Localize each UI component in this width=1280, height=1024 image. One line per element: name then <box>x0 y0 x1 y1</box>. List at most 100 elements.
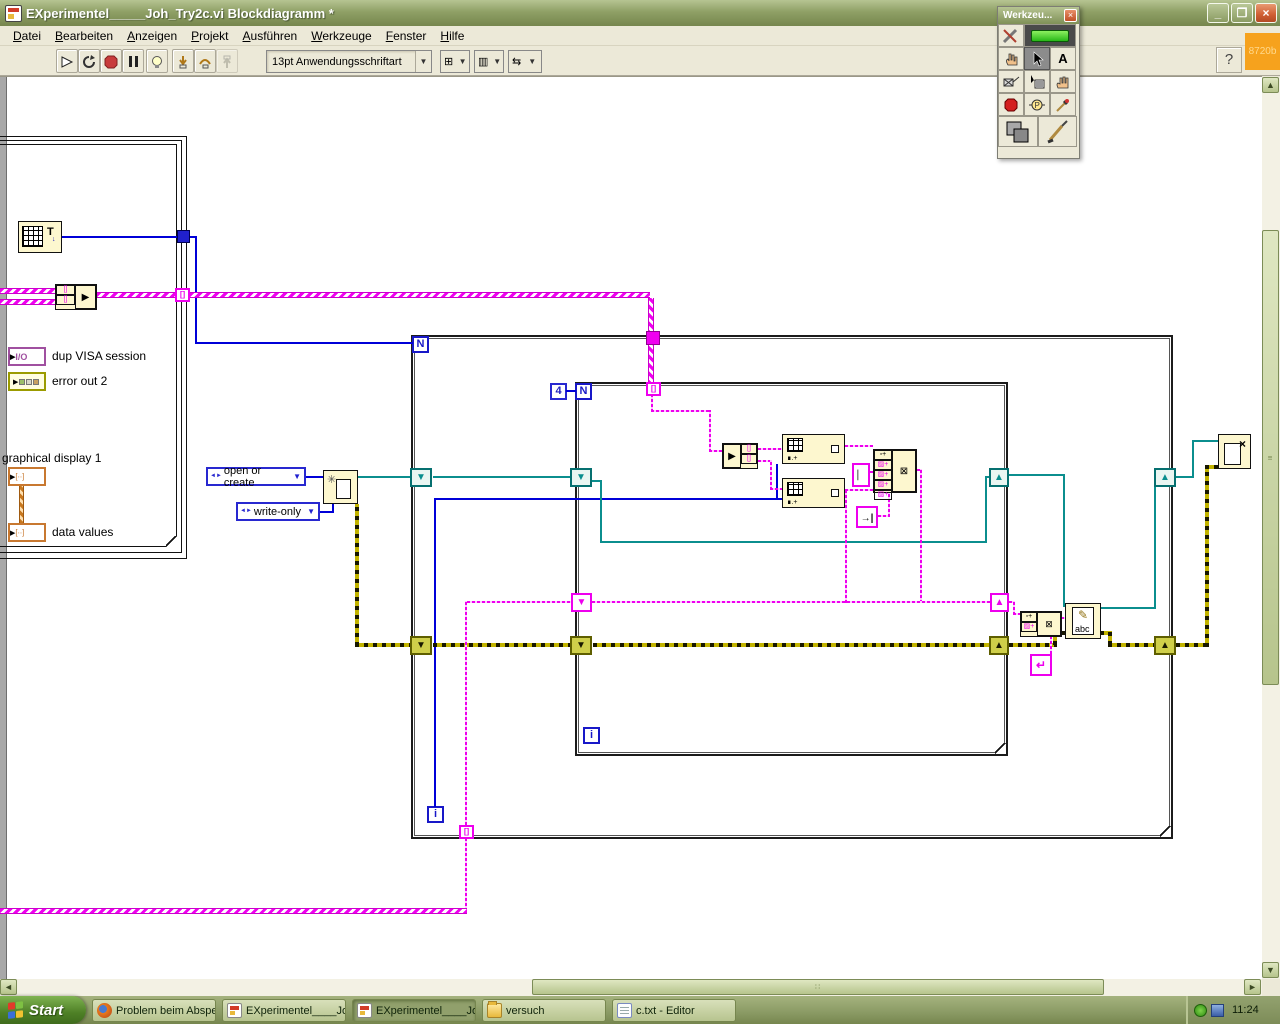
taskbar-button-labview-1[interactable]: EXperimentel____Joh... <box>222 999 346 1022</box>
inner-loop-resize-handle[interactable] <box>995 743 1006 754</box>
wire[interactable] <box>1192 440 1218 442</box>
indexing-tunnel-bottom[interactable]: [] <box>459 825 474 839</box>
restore-button[interactable]: ❐ <box>1231 3 1253 23</box>
string-constant[interactable]: ▏ <box>852 463 870 487</box>
highlight-execution-button[interactable] <box>146 49 168 73</box>
open-create-replace-file-node[interactable]: ✳ <box>323 470 358 504</box>
index-split-node[interactable]: ▶ [] [] <box>722 443 758 469</box>
wire[interactable] <box>845 491 847 603</box>
wire[interactable] <box>1063 474 1065 607</box>
wire[interactable] <box>19 486 24 523</box>
wire[interactable] <box>195 342 413 344</box>
wire[interactable] <box>651 410 711 412</box>
connect-wire-tool[interactable] <box>998 70 1024 93</box>
wire[interactable] <box>648 298 654 334</box>
wire[interactable] <box>770 488 782 490</box>
wire[interactable] <box>580 498 782 500</box>
wire[interactable] <box>1205 465 1218 469</box>
wire[interactable] <box>648 345 654 384</box>
menu-werkzeuge[interactable]: Werkzeuge <box>304 27 378 45</box>
shift-register-right-teal[interactable]: ▲ <box>989 468 1009 487</box>
wire[interactable] <box>1108 643 1158 647</box>
dup-visa-session-terminal[interactable]: ▶ I/O <box>8 347 46 366</box>
wire[interactable] <box>465 839 467 911</box>
abort-button[interactable] <box>100 49 122 73</box>
wire[interactable] <box>600 541 987 543</box>
shift-register-left-teal[interactable]: ▼ <box>570 468 592 487</box>
tray-status-icon[interactable] <box>1194 1003 1207 1017</box>
wire[interactable] <box>433 643 572 647</box>
tools-palette-titlebar[interactable]: Werkzeu... × <box>998 7 1079 24</box>
stacked-structure-frame-front[interactable] <box>0 144 177 547</box>
chevron-down-icon[interactable]: ▼ <box>293 472 304 481</box>
wire[interactable] <box>592 601 992 603</box>
outer-loop-resize-handle[interactable] <box>1160 826 1171 837</box>
minimize-button[interactable]: _ <box>1207 3 1229 23</box>
inner-loop-count-constant[interactable]: 4 <box>550 383 567 400</box>
wire[interactable] <box>845 445 873 447</box>
operate-value-tool[interactable] <box>998 47 1024 70</box>
step-into-button[interactable] <box>172 49 194 73</box>
auto-tool-button[interactable] <box>998 24 1024 47</box>
auto-tool-led[interactable] <box>1024 24 1076 47</box>
menu-projekt[interactable]: Projekt <box>184 27 235 45</box>
close-icon[interactable]: × <box>1064 9 1077 22</box>
set-color-tool[interactable] <box>998 116 1038 147</box>
menu-bearbeiten[interactable]: Bearbeiten <box>48 27 120 45</box>
shift-register-left-string[interactable]: ▼ <box>571 593 592 612</box>
wire[interactable] <box>709 410 711 452</box>
indexing-tunnel-inner[interactable]: [] <box>646 382 661 396</box>
wire[interactable] <box>1192 440 1194 478</box>
graphical-display-label[interactable]: graphical display 1 <box>2 451 101 465</box>
chevron-down-icon[interactable]: ▼ <box>415 51 431 72</box>
wire[interactable] <box>600 480 602 542</box>
taskbar-button-editor[interactable]: c.txt - Editor <box>612 999 736 1022</box>
structure-resize-handle[interactable] <box>166 536 177 547</box>
shift-register-right-error[interactable]: ▲ <box>989 636 1009 655</box>
shift-register-left-error[interactable]: ▼ <box>410 636 432 655</box>
enum-inc-dec-icon[interactable]: ◄► <box>238 508 254 515</box>
step-over-button[interactable] <box>194 49 216 73</box>
wire[interactable] <box>1050 635 1052 654</box>
wire[interactable] <box>1100 607 1156 609</box>
wire[interactable] <box>305 476 325 478</box>
color-copy-tool[interactable] <box>1050 93 1076 116</box>
tunnel-string-array-outer[interactable] <box>646 331 660 345</box>
wire[interactable] <box>758 448 782 450</box>
wire[interactable] <box>60 236 178 238</box>
concatenate-strings-small-node[interactable]: ▫+ ▨+ ⊠ <box>1020 611 1062 637</box>
concatenate-strings-node[interactable]: ▫+ ▨+ ▨+ ▨+ ▨+ ⊠ <box>873 449 917 500</box>
menu-fenster[interactable]: Fenster <box>379 27 434 45</box>
step-out-button[interactable] <box>216 49 238 73</box>
wire[interactable] <box>465 601 467 825</box>
run-continuous-button[interactable] <box>78 49 100 73</box>
error-out-2-label[interactable]: error out 2 <box>52 374 107 388</box>
wire[interactable] <box>920 469 922 603</box>
shift-register-left-error[interactable]: ▼ <box>570 636 592 655</box>
outer-loop-iteration-terminal[interactable]: i <box>427 806 444 823</box>
shift-register-right-string[interactable]: ▲ <box>990 593 1009 612</box>
open-mode-enum-constant[interactable]: ◄► open or create ▼ <box>206 465 306 489</box>
close-button[interactable]: × <box>1255 3 1277 23</box>
reorder-objects-button[interactable]: ⇆ ▼ <box>508 50 542 73</box>
scroll-down-button[interactable]: ▼ <box>1262 962 1279 978</box>
inner-loop-count-terminal[interactable]: N <box>575 383 592 400</box>
index-array-node[interactable]: ∎.+ <box>782 478 845 508</box>
wire[interactable] <box>434 498 436 807</box>
distribute-objects-button[interactable]: ▥ ▼ <box>474 50 504 73</box>
scroll-left-button[interactable]: ◄ <box>0 979 17 995</box>
wire[interactable] <box>357 476 411 478</box>
menu-ausfuehren[interactable]: Ausführen <box>236 27 305 45</box>
wire[interactable] <box>845 489 873 491</box>
wire[interactable] <box>332 503 334 513</box>
build-array-node[interactable]: [] [] ▶ <box>55 284 97 310</box>
taskbar-button-labview-2-active[interactable]: EXperimentel____Joh... <box>352 999 476 1022</box>
wire[interactable] <box>770 460 772 490</box>
pause-button[interactable] <box>122 49 144 73</box>
wire[interactable] <box>776 464 778 500</box>
menu-datei[interactable]: Datei <box>6 27 48 45</box>
graphical-display-terminal[interactable]: ▶ [∙∙] <box>8 467 46 486</box>
wire[interactable] <box>1009 474 1065 476</box>
dup-visa-session-label[interactable]: dup VISA session <box>52 349 146 363</box>
tunnel-string-array[interactable]: [] <box>175 288 190 302</box>
